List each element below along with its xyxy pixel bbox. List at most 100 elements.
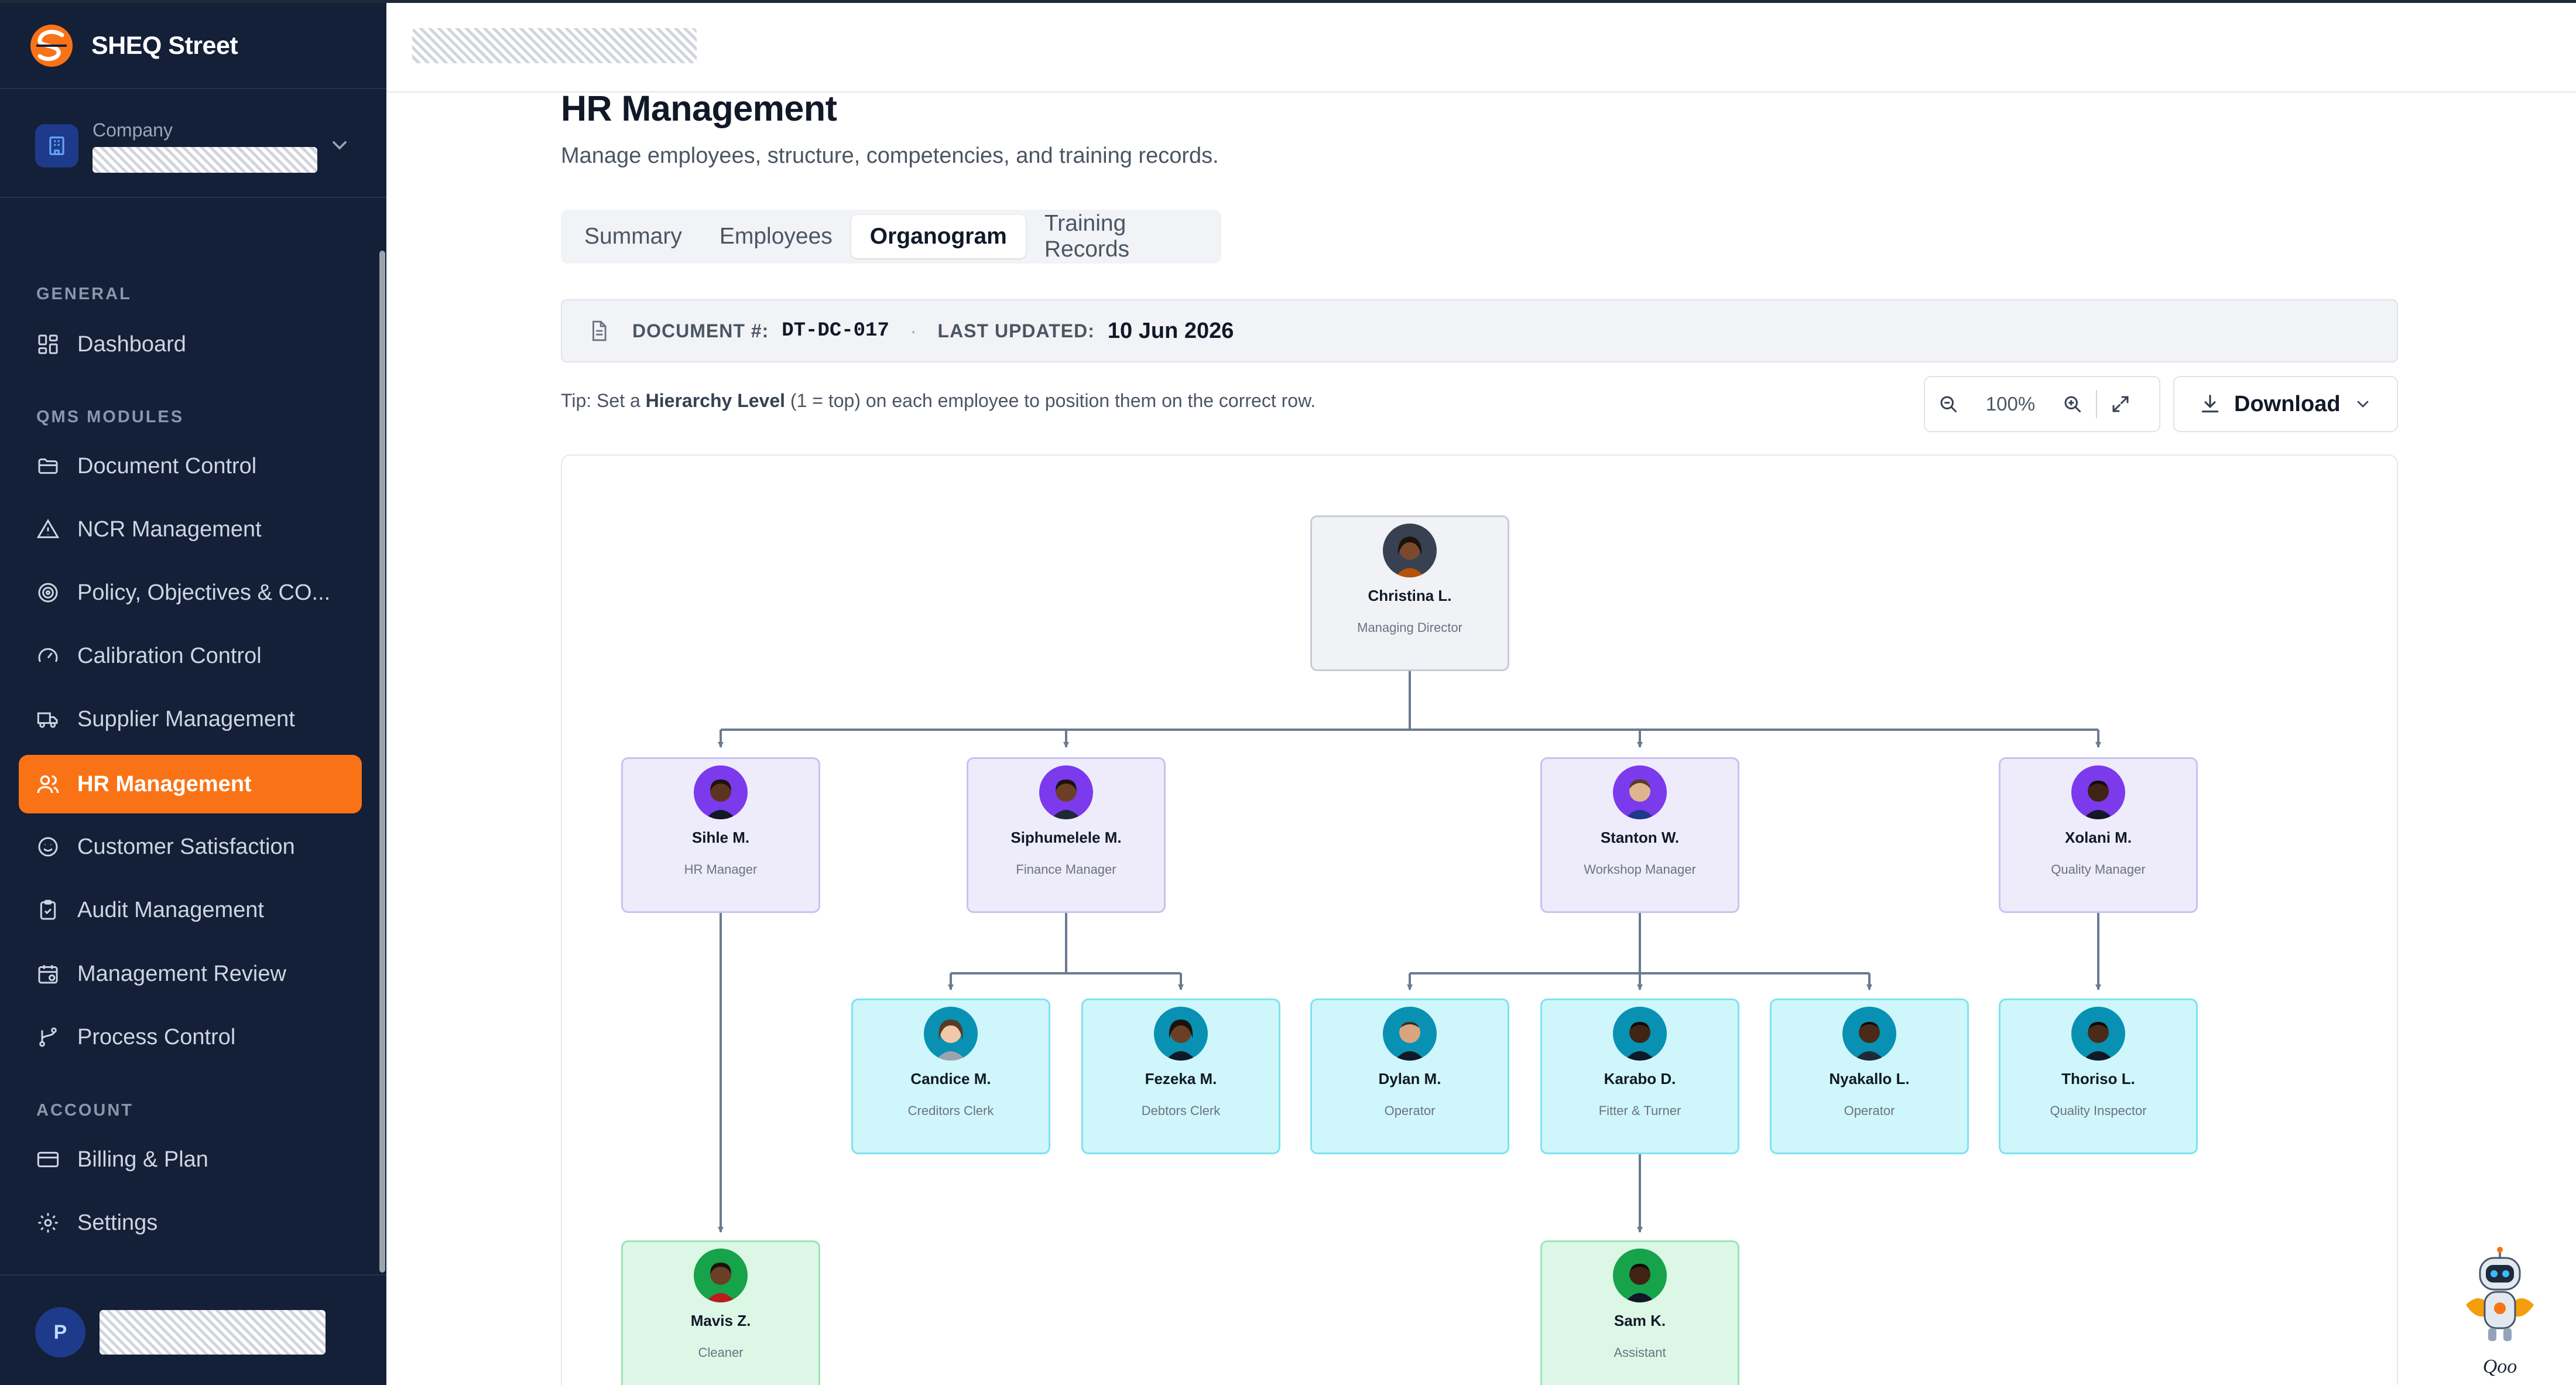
sidebar-item-settings[interactable]: Settings xyxy=(19,1194,362,1252)
user-menu[interactable]: P xyxy=(35,1307,326,1357)
org-node-thoriso[interactable]: Thoriso L. Quality Inspector xyxy=(1999,998,2198,1154)
section-label-qms-modules: QMS MODULES xyxy=(36,408,184,426)
sidebar-item-process-control[interactable]: Process Control xyxy=(19,1008,362,1066)
document-icon xyxy=(592,320,607,341)
sidebar-item-label: Management Review xyxy=(77,961,286,986)
org-node-candice[interactable]: Candice M. Creditors Clerk xyxy=(851,998,1050,1154)
users-icon xyxy=(37,775,59,794)
section-label-general: GENERAL xyxy=(36,285,132,303)
last-updated-label: LAST UPDATED: xyxy=(937,320,1095,341)
tab-bar: Summary Employees Organogram Training Re… xyxy=(561,210,1221,264)
employee-name: Sihle M. xyxy=(691,829,750,846)
sidebar: SHEQ Street Company GENERAL QMS MODULES … xyxy=(0,0,386,1385)
sidebar-scrollbar[interactable] xyxy=(379,251,385,1273)
org-node-sam[interactable]: Sam K. Assistant xyxy=(1540,1240,1739,1385)
avatar xyxy=(1613,1007,1667,1061)
employee-role: HR Manager xyxy=(684,862,758,877)
avatar xyxy=(2071,1007,2125,1061)
tab-employees[interactable]: Employees xyxy=(701,215,851,258)
download-icon xyxy=(2201,395,2219,413)
dashboard-icon xyxy=(38,334,58,354)
company-switcher[interactable]: Company xyxy=(35,117,351,175)
avatar xyxy=(1613,1249,1667,1302)
avatar xyxy=(694,765,748,819)
sidebar-item-label: Process Control xyxy=(77,1024,236,1049)
git-branch-icon xyxy=(39,1027,57,1047)
org-node-karabo[interactable]: Karabo D. Fitter & Turner xyxy=(1540,998,1739,1154)
employee-name: Candice M. xyxy=(910,1070,991,1088)
zoom-out-icon xyxy=(1940,396,1957,413)
document-number: DT-DC-017 xyxy=(782,320,889,342)
divider xyxy=(0,1274,386,1275)
zoom-controls: 100% xyxy=(1924,376,2160,432)
org-node-fezeka[interactable]: Fezeka M. Debtors Clerk xyxy=(1081,998,1280,1154)
credit-card-icon xyxy=(37,1151,59,1168)
last-updated-value: 10 Jun 2026 xyxy=(1107,318,1234,343)
zoom-out-button[interactable] xyxy=(1925,377,1972,431)
employee-role: Workshop Manager xyxy=(1584,862,1696,877)
sidebar-item-customer-satisfaction[interactable]: Customer Satisfaction xyxy=(19,818,362,876)
org-node-dylan[interactable]: Dylan M. Operator xyxy=(1310,998,1509,1154)
fullscreen-button[interactable] xyxy=(2097,377,2144,431)
employee-name: Nyakallo L. xyxy=(1829,1070,1910,1088)
document-number-label: DOCUMENT #: xyxy=(632,320,769,341)
tab-training-records[interactable]: Training Records xyxy=(1026,211,1217,262)
avatar xyxy=(1383,524,1437,577)
avatar xyxy=(924,1007,978,1061)
employee-role: Fitter & Turner xyxy=(1598,1103,1681,1118)
sidebar-item-label: Policy, Objectives & CO... xyxy=(77,580,331,605)
employee-name: Mavis Z. xyxy=(690,1312,751,1329)
avatar xyxy=(2071,765,2125,819)
sidebar-item-audit-management[interactable]: Audit Management xyxy=(19,881,362,939)
sidebar-item-document-control[interactable]: Document Control xyxy=(19,437,362,495)
page-title: HR Management xyxy=(561,88,837,128)
folder-icon xyxy=(38,458,58,474)
avatar xyxy=(1383,1007,1437,1061)
sidebar-item-dashboard[interactable]: Dashboard xyxy=(19,315,362,374)
avatar xyxy=(1154,1007,1208,1061)
sheq-street-logo-icon xyxy=(30,25,73,67)
sidebar-item-policy-objectives[interactable]: Policy, Objectives & CO... xyxy=(19,563,362,622)
employee-name: Fezeka M. xyxy=(1145,1070,1217,1088)
sidebar-item-label: Supplier Management xyxy=(77,706,295,731)
employee-role: Finance Manager xyxy=(1016,862,1116,877)
assistant-widget[interactable]: Qoo xyxy=(2454,1246,2546,1377)
org-node-christina[interactable]: Christina L. Managing Director xyxy=(1310,515,1509,671)
building-icon xyxy=(35,124,78,167)
org-node-stanton[interactable]: Stanton W. Workshop Manager xyxy=(1540,757,1739,913)
org-node-nyakallo[interactable]: Nyakallo L. Operator xyxy=(1770,998,1969,1154)
assistant-name: Qoo xyxy=(2482,1356,2517,1377)
sidebar-item-hr-management[interactable]: HR Management xyxy=(19,755,362,813)
employee-role: Operator xyxy=(1384,1103,1436,1118)
document-info-bar: DOCUMENT #: DT-DC-017 · LAST UPDATED: 10… xyxy=(561,299,2398,363)
header-redacted xyxy=(412,28,697,63)
zoom-in-button[interactable] xyxy=(2049,377,2096,431)
employee-name: Sam K. xyxy=(1614,1312,1666,1329)
warning-triangle-icon xyxy=(36,519,60,538)
avatar xyxy=(694,1249,748,1302)
avatar xyxy=(1842,1007,1896,1061)
tab-summary[interactable]: Summary xyxy=(566,215,701,258)
sidebar-item-supplier-management[interactable]: Supplier Management xyxy=(19,690,362,748)
employee-role: Managing Director xyxy=(1357,620,1462,635)
tab-organogram[interactable]: Organogram xyxy=(851,215,1026,258)
sidebar-item-ncr-management[interactable]: NCR Management xyxy=(19,500,362,559)
sidebar-item-calibration-control[interactable]: Calibration Control xyxy=(19,627,362,685)
employee-name: Christina L. xyxy=(1368,587,1452,604)
org-node-mavis[interactable]: Mavis Z. Cleaner xyxy=(621,1240,820,1385)
page-subtitle: Manage employees, structure, competencie… xyxy=(561,143,1219,168)
sidebar-item-label: Billing & Plan xyxy=(77,1147,208,1172)
brand[interactable]: SHEQ Street xyxy=(28,22,238,69)
org-node-sihle[interactable]: Sihle M. HR Manager xyxy=(621,757,820,913)
top-header xyxy=(386,0,2576,93)
window-top-border xyxy=(0,0,2576,3)
sidebar-item-billing-plan[interactable]: Billing & Plan xyxy=(19,1130,362,1189)
org-node-xolani[interactable]: Xolani M. Quality Manager xyxy=(1999,757,2198,913)
smile-icon xyxy=(38,837,58,857)
download-button[interactable]: Download xyxy=(2173,376,2398,432)
employee-name: Siphumelele M. xyxy=(1010,829,1122,846)
employee-name: Thoriso L. xyxy=(2061,1070,2135,1088)
org-node-siphumelele[interactable]: Siphumelele M. Finance Manager xyxy=(967,757,1166,913)
sidebar-item-management-review[interactable]: Management Review xyxy=(19,945,362,1003)
robot-icon xyxy=(2466,1247,2534,1341)
